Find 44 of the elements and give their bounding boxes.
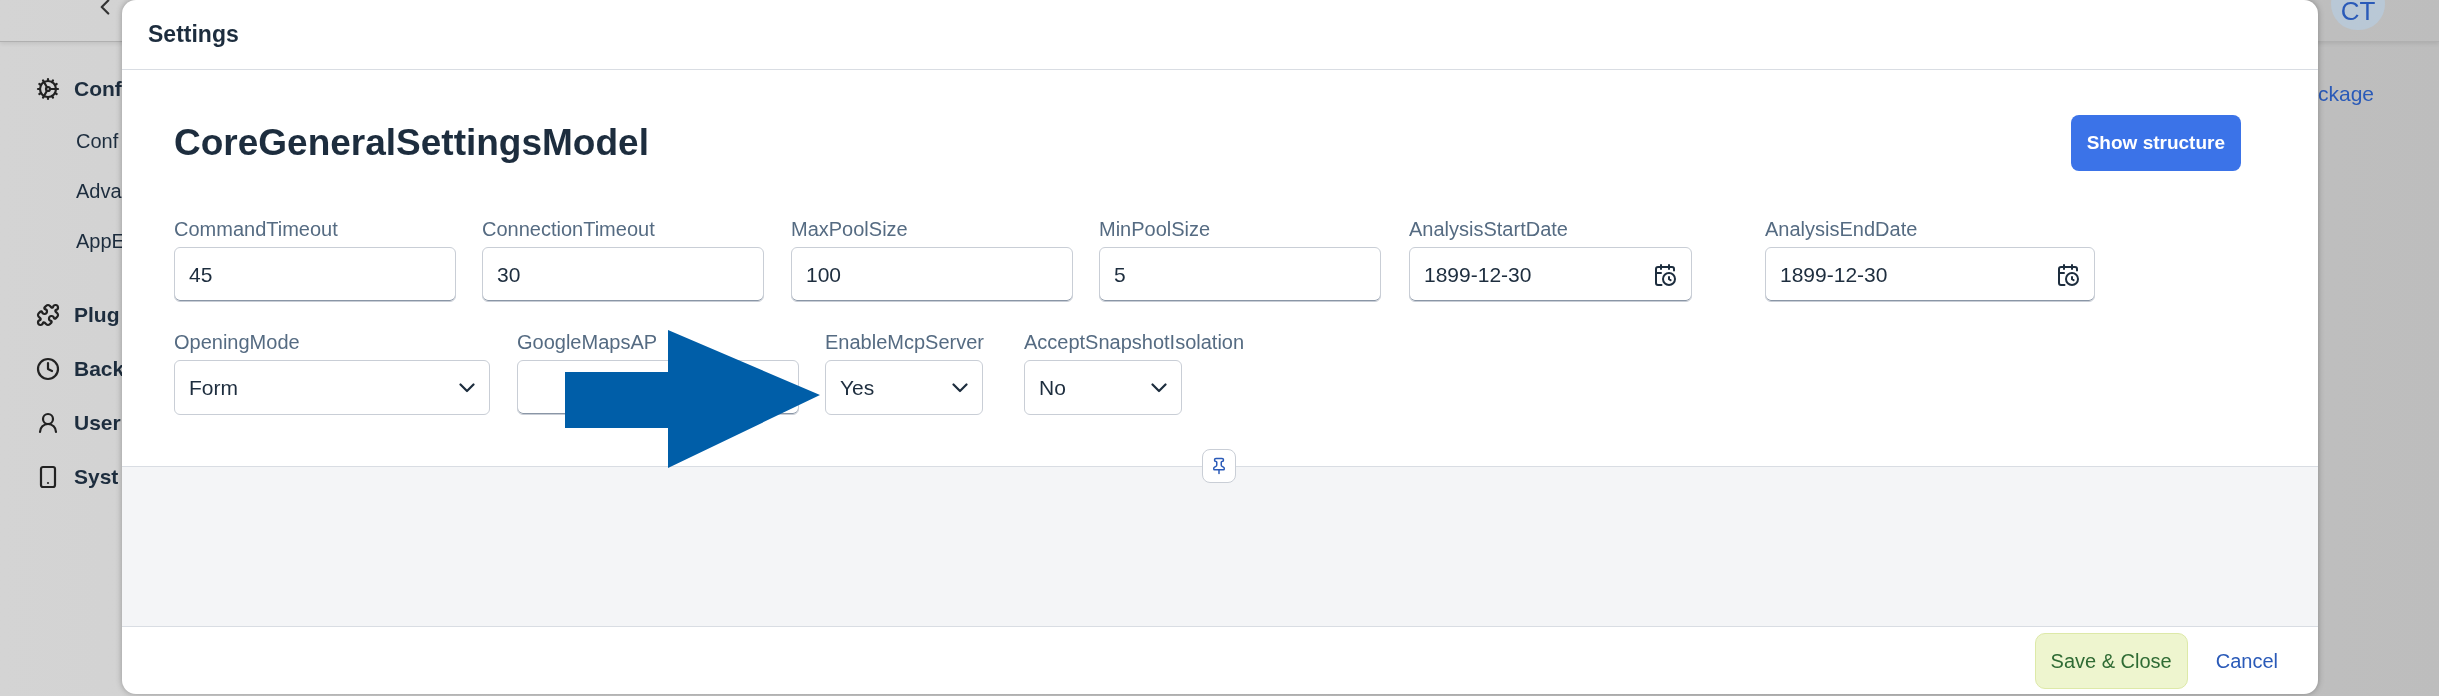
field-label: OpeningMode bbox=[174, 330, 301, 355]
sidebar-item[interactable]: Conf bbox=[76, 126, 119, 156]
clock-icon bbox=[36, 357, 60, 381]
chevron-down-icon bbox=[459, 382, 475, 393]
calendar-icon[interactable] bbox=[1653, 262, 1677, 287]
save-close-button[interactable]: Save & Close bbox=[2034, 632, 2188, 689]
select-field[interactable]: Form bbox=[174, 360, 490, 415]
sidebar-item[interactable]: AppE bbox=[76, 226, 125, 256]
field-label: MinPoolSize bbox=[1099, 217, 1212, 242]
field-label: AcceptSnapshotIsolation bbox=[1023, 330, 1245, 355]
text-field[interactable]: 5 bbox=[1099, 247, 1381, 302]
pin-icon bbox=[1210, 457, 1228, 475]
field-label: EnableMcpServer bbox=[825, 330, 984, 355]
sidebar-group[interactable]: Conf bbox=[74, 73, 122, 105]
text-field[interactable]: 30 bbox=[482, 247, 764, 302]
field-label: GoogleMapsAP bbox=[517, 330, 659, 355]
sidebar-group[interactable]: Back bbox=[74, 353, 125, 385]
chevron-down-icon bbox=[952, 382, 968, 393]
field-label: AnalysisEndDate bbox=[1765, 217, 1919, 242]
date-field[interactable]: 1899-12-30 bbox=[1409, 247, 1692, 302]
chevron-down-icon bbox=[1150, 382, 1167, 393]
pin-button[interactable] bbox=[1202, 449, 1236, 483]
avatar[interactable]: CT bbox=[2331, 0, 2385, 30]
package-link[interactable]: ckage bbox=[2318, 78, 2375, 110]
puzzle-icon bbox=[36, 303, 60, 327]
text-field[interactable]: 100 bbox=[791, 247, 1073, 302]
field-label: MaxPoolSize bbox=[791, 217, 909, 242]
field-label: AnalysisStartDate bbox=[1409, 217, 1569, 242]
calendar-icon[interactable] bbox=[2056, 262, 2080, 287]
dialog-title: Settings bbox=[148, 20, 239, 50]
text-field[interactable]: 45 bbox=[174, 247, 456, 302]
field-label: ConnectionTimeout bbox=[482, 217, 656, 242]
select-field[interactable]: Yes bbox=[825, 360, 983, 415]
user-icon bbox=[36, 411, 60, 435]
model-heading: CoreGeneralSettingsModel bbox=[174, 121, 649, 166]
sidebar-group[interactable]: User bbox=[74, 407, 121, 439]
sidebar-item[interactable]: Adva bbox=[76, 176, 122, 206]
show-structure-button[interactable]: Show structure bbox=[2070, 115, 2241, 171]
sidebar-group[interactable]: Syst bbox=[74, 461, 119, 493]
sidebar-group[interactable]: Plug bbox=[74, 299, 120, 331]
cancel-button[interactable]: Cancel bbox=[2215, 645, 2278, 676]
select-field[interactable]: No bbox=[1023, 360, 1182, 415]
field-label: CommandTimeout bbox=[174, 217, 339, 242]
date-field[interactable]: 1899-12-30 bbox=[1765, 247, 2095, 302]
